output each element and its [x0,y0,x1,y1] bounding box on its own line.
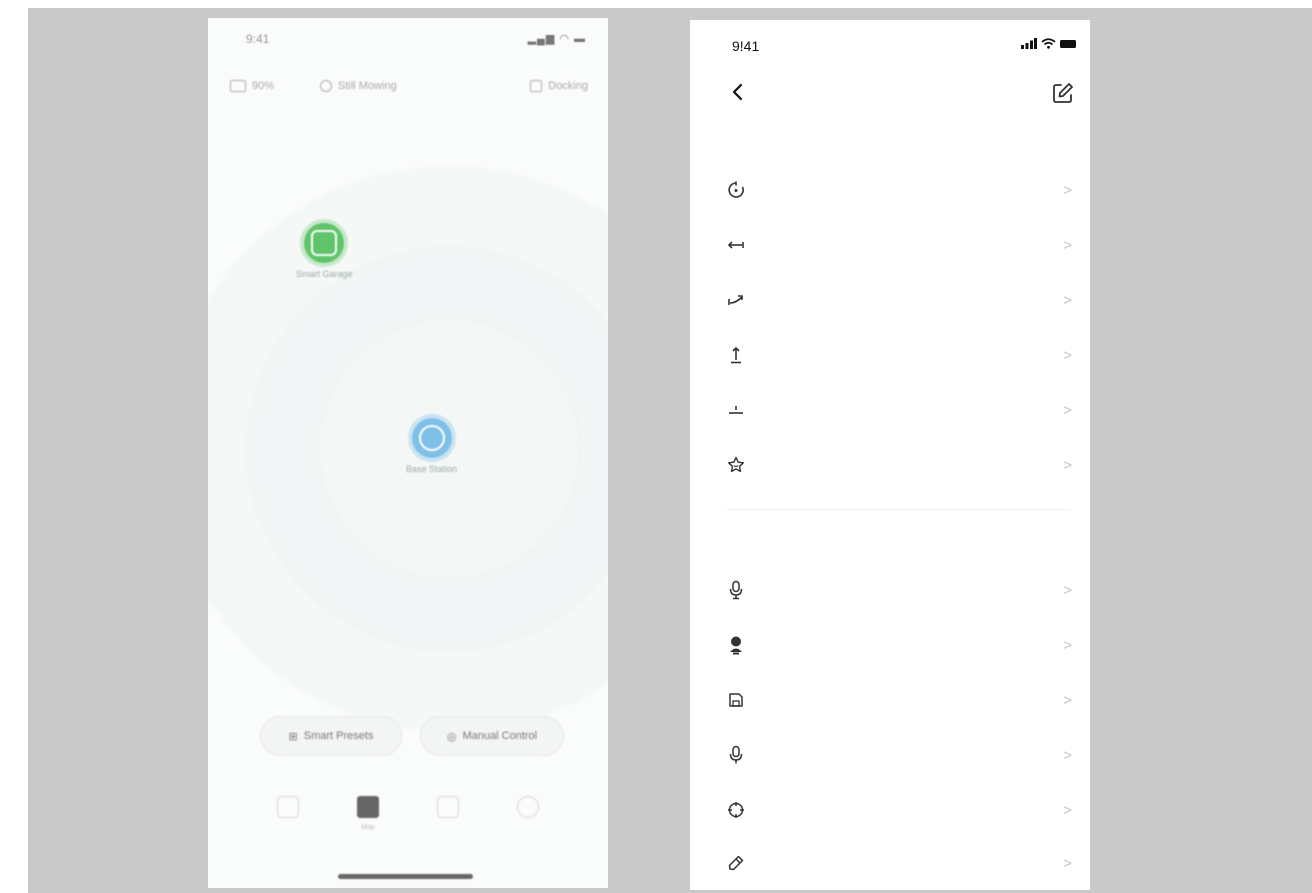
mode-chip: Still Mowing [320,80,397,92]
settings-row-voice-2[interactable]: > [726,740,1076,770]
battery-chip: 90% [230,80,274,92]
status-bar: 9:41 ▂▄▆ ◠ ▬ [228,30,590,50]
chevron-right-icon: > [1063,456,1072,474]
settings-row-voice[interactable]: > [726,575,1076,605]
chevron-right-icon: > [1063,291,1072,309]
base-station-node-icon [411,418,452,458]
settings-row-distance[interactable]: > [726,230,1076,260]
microphone-icon [726,745,746,765]
map-node-garage[interactable]: Smart Garage [296,223,353,279]
chevron-right-icon: > [1063,801,1072,819]
settings-row-rotation[interactable]: > [726,175,1076,205]
joystick-icon: ◎ [446,730,457,743]
right-phone-screen: 9!41 > > > > > > > > > > > > [690,20,1090,890]
presets-icon: ⊞ [288,730,298,743]
pen-icon [726,853,746,873]
navigation-bar [690,80,1090,110]
user-icon [726,635,746,655]
path-icon [726,290,746,310]
bottom-tab-bar: Map [268,796,548,846]
star-icon [726,455,746,475]
chevron-right-icon: > [1063,236,1072,254]
battery-label: 90% [252,80,275,92]
chevron-right-icon: > [1063,691,1072,709]
home-icon [277,796,299,818]
dock-icon [530,80,543,92]
crosshair-icon [726,800,746,820]
height-icon [726,400,746,420]
smart-presets-button[interactable]: ⊞ Smart Presets [260,716,402,756]
manual-control-button[interactable]: ◎ Manual Control [420,716,564,756]
chevron-right-icon: > [1063,346,1072,364]
tab-map[interactable]: Map [348,796,388,846]
system-status-icons [1021,38,1076,49]
mode-label: Still Mowing [338,80,397,92]
chevron-right-icon: > [1063,854,1072,872]
manual-control-label: Manual Control [462,730,538,742]
arrow-up-icon [726,345,746,365]
battery-icon [230,80,246,92]
distance-icon [726,235,746,255]
device-status-bar: 90% Still Mowing Docking [228,80,588,102]
garage-node-icon [304,223,345,263]
rotate-icon [726,180,746,200]
smart-presets-label: Smart Presets [303,730,374,742]
chevron-right-icon: > [1063,581,1072,599]
tab-label: Map [361,824,375,831]
settings-row-height[interactable]: > [726,395,1076,425]
tab-home[interactable] [268,796,308,846]
wifi-icon [1041,38,1056,49]
settings-row-raise[interactable]: > [726,340,1076,370]
grid-icon [357,796,379,818]
chevron-right-icon: > [1063,181,1072,199]
save-icon [726,690,746,710]
tab-list[interactable] [428,796,468,846]
signal-icon [1021,38,1037,49]
dock-label: Docking [548,80,588,92]
node-label: Base Station [406,464,458,474]
map-node-base-station[interactable]: Base Station [406,418,457,474]
settings-row-favorite[interactable]: > [726,450,1076,480]
list-icon [437,796,459,818]
status-time: 9:41 [246,32,270,46]
chevron-right-icon: > [1063,746,1072,764]
settings-row-profile[interactable]: > [726,630,1076,660]
left-phone-screen: 9:41 ▂▄▆ ◠ ▬ 90% Still Mowing Docking Sm… [208,18,608,888]
chevron-right-icon: > [1063,401,1072,419]
profile-icon [517,796,539,818]
microphone-icon [726,580,746,600]
section-divider [726,509,1070,510]
battery-icon [1060,39,1076,48]
tab-profile[interactable] [508,796,548,846]
signal-wifi-battery-icon: ▂▄▆ ◠ ▬ [527,33,586,45]
back-chevron-icon[interactable] [726,80,750,104]
dock-button[interactable]: Docking [530,80,588,92]
node-label: Smart Garage [296,269,353,279]
chevron-right-icon: > [1063,636,1072,654]
status-bar: 9!41 [690,38,1090,58]
settings-row-storage[interactable]: > [726,685,1076,715]
home-indicator [338,874,473,879]
mower-icon [320,80,332,92]
status-time: 9!41 [732,38,760,54]
settings-row-measure[interactable]: > [726,848,1076,878]
edit-icon[interactable] [1050,80,1076,106]
settings-row-position[interactable]: > [726,795,1076,825]
settings-row-path[interactable]: > [726,285,1076,315]
